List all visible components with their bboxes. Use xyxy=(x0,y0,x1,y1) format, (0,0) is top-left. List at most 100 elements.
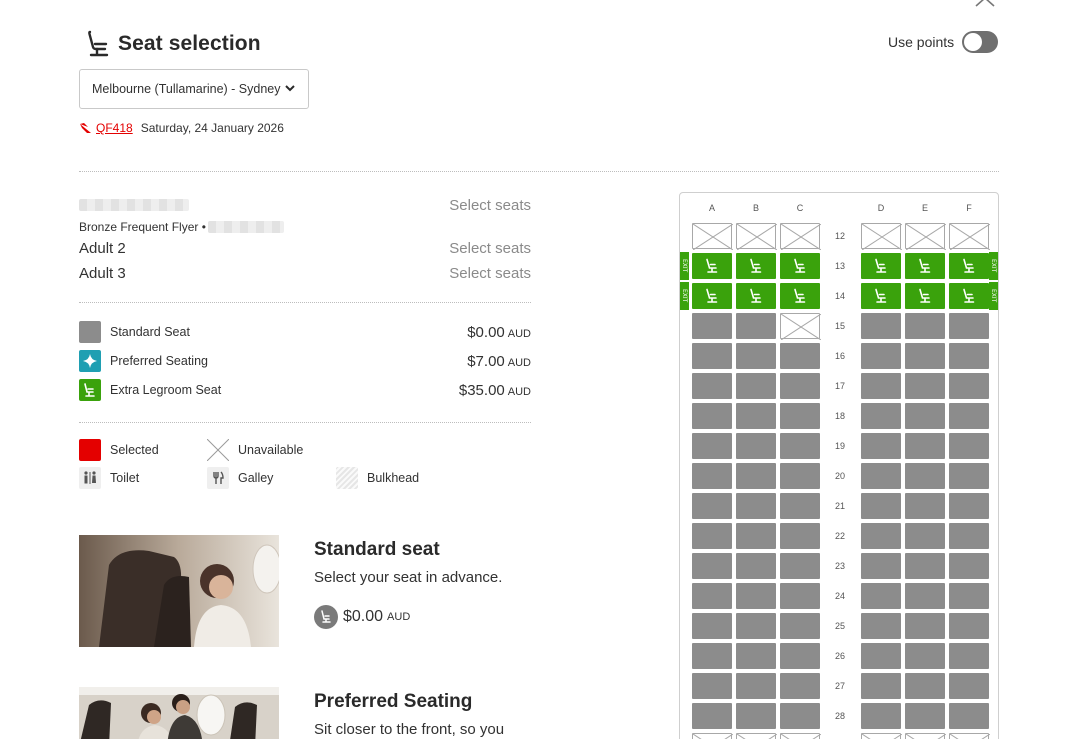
seat-20f[interactable] xyxy=(949,463,989,489)
seat-28f[interactable] xyxy=(949,703,989,729)
seat-16e[interactable] xyxy=(905,343,945,369)
seat-18f[interactable] xyxy=(949,403,989,429)
seat-26f[interactable] xyxy=(949,643,989,669)
seat-20b[interactable] xyxy=(736,463,776,489)
seat-22f[interactable] xyxy=(949,523,989,549)
seat-24a[interactable] xyxy=(692,583,732,609)
seat-23a[interactable] xyxy=(692,553,732,579)
close-button[interactable] xyxy=(974,0,996,8)
seat-27a[interactable] xyxy=(692,673,732,699)
seat-15f[interactable] xyxy=(949,313,989,339)
seat-20a[interactable] xyxy=(692,463,732,489)
seat-17b[interactable] xyxy=(736,373,776,399)
seat-27f[interactable] xyxy=(949,673,989,699)
seat-26a[interactable] xyxy=(692,643,732,669)
seat-18c[interactable] xyxy=(780,403,820,429)
seat-19e[interactable] xyxy=(905,433,945,459)
seat-13f[interactable] xyxy=(949,253,989,279)
route-dropdown[interactable]: Melbourne (Tullamarine) - Sydney xyxy=(79,69,309,109)
seat-26d[interactable] xyxy=(861,643,901,669)
seat-18e[interactable] xyxy=(905,403,945,429)
seat-20d[interactable] xyxy=(861,463,901,489)
seat-16a[interactable] xyxy=(692,343,732,369)
seat-21b[interactable] xyxy=(736,493,776,519)
seat-28b[interactable] xyxy=(736,703,776,729)
seat-27b[interactable] xyxy=(736,673,776,699)
seat-23b[interactable] xyxy=(736,553,776,579)
select-seats-button[interactable]: Select seats xyxy=(449,240,531,257)
seat-14c[interactable] xyxy=(780,283,820,309)
seat-19f[interactable] xyxy=(949,433,989,459)
seat-25c[interactable] xyxy=(780,613,820,639)
seat-21e[interactable] xyxy=(905,493,945,519)
seat-16d[interactable] xyxy=(861,343,901,369)
seat-22d[interactable] xyxy=(861,523,901,549)
seat-19d[interactable] xyxy=(861,433,901,459)
seat-14f[interactable] xyxy=(949,283,989,309)
seat-16c[interactable] xyxy=(780,343,820,369)
seat-17f[interactable] xyxy=(949,373,989,399)
seat-23f[interactable] xyxy=(949,553,989,579)
seat-15e[interactable] xyxy=(905,313,945,339)
seat-13c[interactable] xyxy=(780,253,820,279)
seat-16f[interactable] xyxy=(949,343,989,369)
seat-26e[interactable] xyxy=(905,643,945,669)
seat-19b[interactable] xyxy=(736,433,776,459)
seat-18a[interactable] xyxy=(692,403,732,429)
seat-20e[interactable] xyxy=(905,463,945,489)
seat-15b[interactable] xyxy=(736,313,776,339)
seat-27e[interactable] xyxy=(905,673,945,699)
seat-17c[interactable] xyxy=(780,373,820,399)
seat-28d[interactable] xyxy=(861,703,901,729)
seat-19a[interactable] xyxy=(692,433,732,459)
seat-25e[interactable] xyxy=(905,613,945,639)
seat-18d[interactable] xyxy=(861,403,901,429)
seat-13d[interactable] xyxy=(861,253,901,279)
seat-23c[interactable] xyxy=(780,553,820,579)
seat-24e[interactable] xyxy=(905,583,945,609)
seat-14a[interactable] xyxy=(692,283,732,309)
seat-23e[interactable] xyxy=(905,553,945,579)
seat-22b[interactable] xyxy=(736,523,776,549)
use-points-toggle[interactable] xyxy=(962,31,999,53)
seat-19c[interactable] xyxy=(780,433,820,459)
seat-16b[interactable] xyxy=(736,343,776,369)
seat-24f[interactable] xyxy=(949,583,989,609)
seat-15a[interactable] xyxy=(692,313,732,339)
seat-13b[interactable] xyxy=(736,253,776,279)
seat-26b[interactable] xyxy=(736,643,776,669)
seat-17e[interactable] xyxy=(905,373,945,399)
seat-22a[interactable] xyxy=(692,523,732,549)
seat-14b[interactable] xyxy=(736,283,776,309)
select-seats-button[interactable]: Select seats xyxy=(449,265,531,282)
seat-15d[interactable] xyxy=(861,313,901,339)
seat-26c[interactable] xyxy=(780,643,820,669)
seat-13a[interactable] xyxy=(692,253,732,279)
seat-27c[interactable] xyxy=(780,673,820,699)
seat-25a[interactable] xyxy=(692,613,732,639)
seat-25f[interactable] xyxy=(949,613,989,639)
seat-22e[interactable] xyxy=(905,523,945,549)
seat-21f[interactable] xyxy=(949,493,989,519)
seat-13e[interactable] xyxy=(905,253,945,279)
seat-25b[interactable] xyxy=(736,613,776,639)
seat-14d[interactable] xyxy=(861,283,901,309)
seat-22c[interactable] xyxy=(780,523,820,549)
seat-17d[interactable] xyxy=(861,373,901,399)
seat-24b[interactable] xyxy=(736,583,776,609)
seat-28e[interactable] xyxy=(905,703,945,729)
seat-14e[interactable] xyxy=(905,283,945,309)
seat-21d[interactable] xyxy=(861,493,901,519)
flight-number-link[interactable]: QF418 xyxy=(96,121,133,135)
seat-21c[interactable] xyxy=(780,493,820,519)
seat-20c[interactable] xyxy=(780,463,820,489)
seat-25d[interactable] xyxy=(861,613,901,639)
seat-28a[interactable] xyxy=(692,703,732,729)
seat-24c[interactable] xyxy=(780,583,820,609)
seat-27d[interactable] xyxy=(861,673,901,699)
seat-17a[interactable] xyxy=(692,373,732,399)
seat-24d[interactable] xyxy=(861,583,901,609)
select-seats-button[interactable]: Select seats xyxy=(449,197,531,214)
seat-23d[interactable] xyxy=(861,553,901,579)
seat-18b[interactable] xyxy=(736,403,776,429)
